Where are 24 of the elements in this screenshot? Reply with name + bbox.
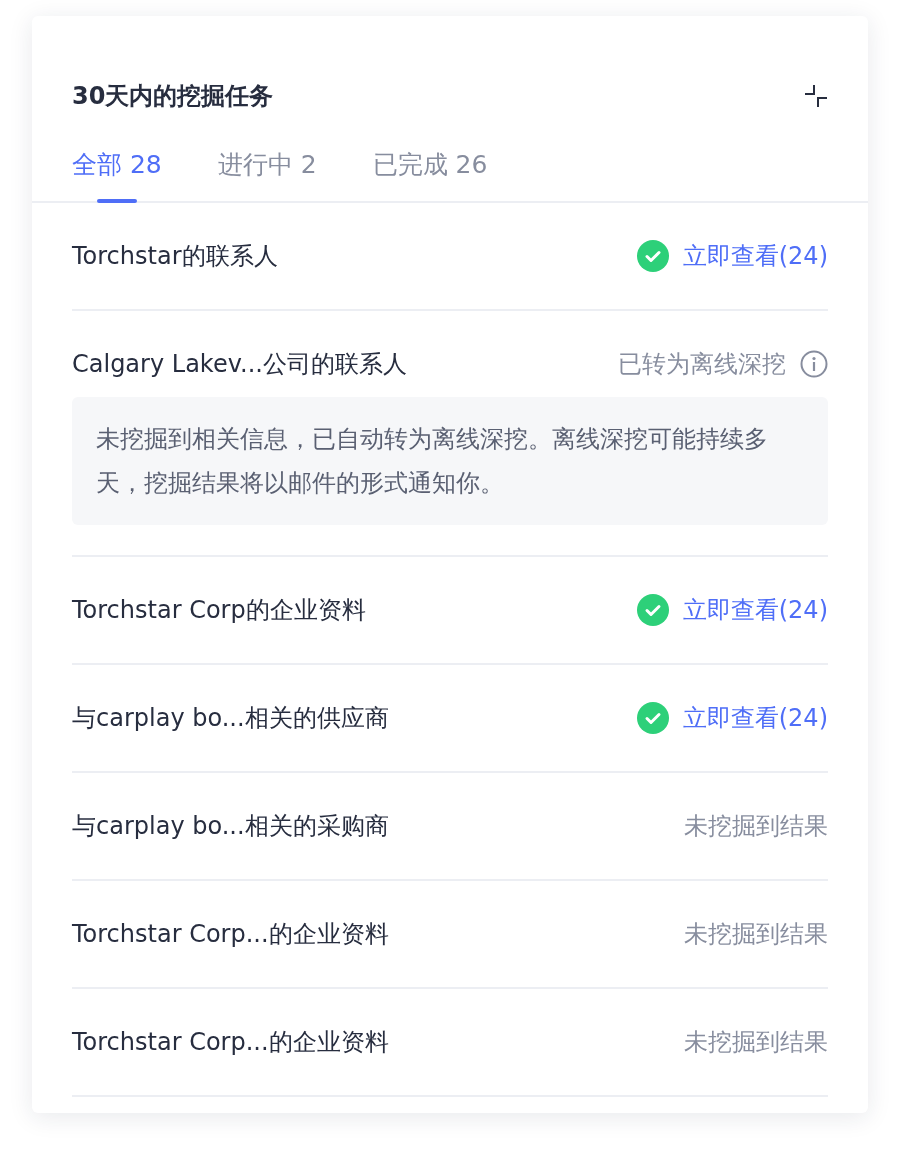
tab[interactable]: 已完成 26 bbox=[372, 134, 488, 201]
task-name: 与carplay bo...相关的供应商 bbox=[72, 703, 389, 734]
check-circle-icon bbox=[636, 702, 669, 734]
task-name: Torchstar Corp...的企业资料 bbox=[72, 919, 389, 950]
tab[interactable]: 进行中 2 bbox=[217, 134, 317, 201]
task-name: 与carplay bo...相关的采购商 bbox=[72, 811, 389, 842]
collapse-icon[interactable] bbox=[804, 84, 828, 108]
task-name: Torchstar Corp的企业资料 bbox=[72, 595, 366, 626]
view-link[interactable]: 立即查看(24) bbox=[682, 240, 828, 272]
offline-note: 未挖掘到相关信息，已自动转为离线深挖。离线深挖可能持续多天，挖掘结果将以邮件的形式通知你。 bbox=[72, 397, 828, 525]
task-status: 未挖掘到结果 bbox=[684, 1027, 828, 1058]
task-name: Torchstar Corp...的企业资料 bbox=[72, 1027, 389, 1058]
task-status: 未挖掘到结果 bbox=[684, 919, 828, 950]
view-link[interactable]: 立即查看(24) bbox=[682, 702, 828, 734]
task-name: Calgary Lakev...公司的联系人 bbox=[72, 349, 407, 380]
card-title: 30天内的挖掘任务 bbox=[72, 81, 274, 112]
check-circle-icon bbox=[636, 594, 669, 626]
task-status: 已转为离线深挖 bbox=[618, 349, 786, 380]
tab[interactable]: 全部 28 bbox=[72, 134, 162, 201]
view-link[interactable]: 立即查看(24) bbox=[682, 594, 828, 626]
info-icon[interactable] bbox=[800, 350, 828, 378]
task-name: Torchstar的联系人 bbox=[72, 241, 278, 272]
check-circle-icon bbox=[636, 240, 669, 272]
task-status: 未挖掘到结果 bbox=[684, 811, 828, 842]
